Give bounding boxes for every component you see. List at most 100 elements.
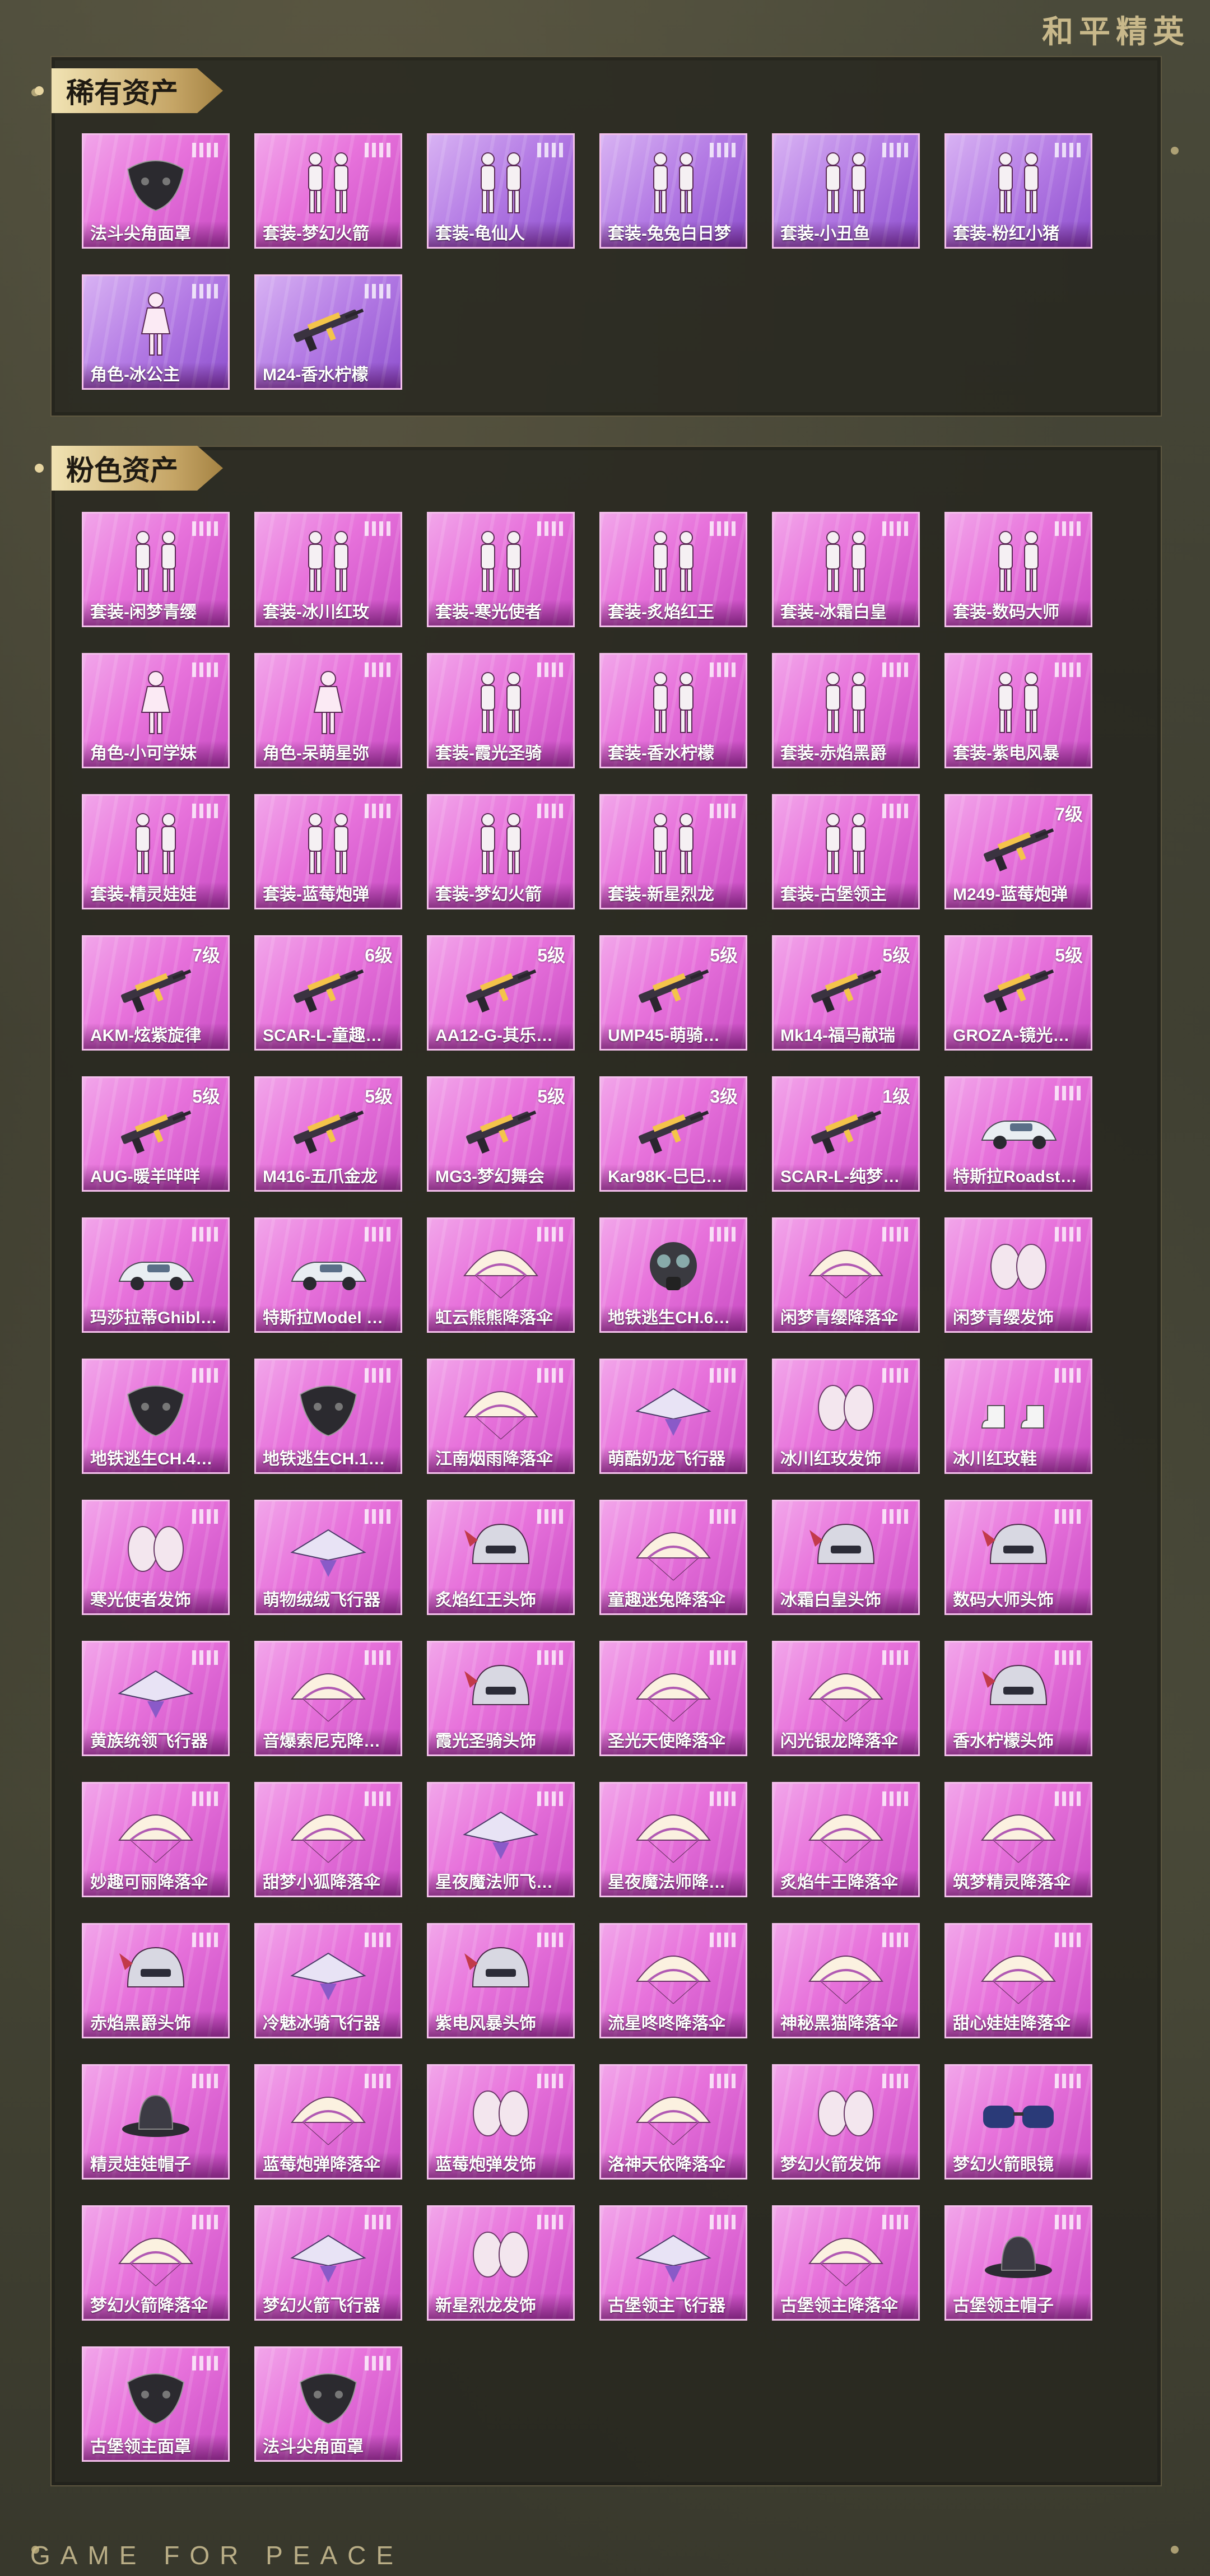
asset-card[interactable]: 角色-小可学妹 xyxy=(82,653,230,768)
asset-card[interactable]: 套装-霞光圣骑 xyxy=(427,653,575,768)
asset-card[interactable]: 5级 AA12-G-其乐… xyxy=(427,935,575,1051)
asset-card[interactable]: 古堡领主帽子 xyxy=(944,2205,1092,2321)
asset-card[interactable]: 梦幻火箭降落伞 xyxy=(82,2205,230,2321)
asset-card[interactable]: 7级 AKM-炫紫旋律 xyxy=(82,935,230,1051)
asset-card[interactable]: 5级 MG3-梦幻舞会 xyxy=(427,1076,575,1192)
asset-card[interactable]: 套装-闲梦青缨 xyxy=(82,512,230,627)
asset-card[interactable]: 星夜魔法师降… xyxy=(599,1782,747,1897)
asset-card[interactable]: 萌酷奶龙飞行器 xyxy=(599,1359,747,1474)
asset-card[interactable]: 套装-精灵娃娃 xyxy=(82,794,230,909)
asset-card[interactable]: 炙焰牛王降落伞 xyxy=(772,1782,920,1897)
asset-card[interactable]: 妙趣可丽降落伞 xyxy=(82,1782,230,1897)
asset-card[interactable]: 地铁逃生CH.1… xyxy=(254,1359,402,1474)
rifle-icon xyxy=(256,947,401,1023)
asset-card[interactable]: 萌物绒绒飞行器 xyxy=(254,1500,402,1615)
asset-card[interactable]: 古堡领主降落伞 xyxy=(772,2205,920,2321)
asset-card[interactable]: 蓝莓炮弹发饰 xyxy=(427,2064,575,2180)
asset-card[interactable]: 套装-小丑鱼 xyxy=(772,133,920,249)
asset-card[interactable]: 套装-梦幻火箭 xyxy=(427,794,575,909)
asset-card[interactable]: 法斗尖角面罩 xyxy=(82,133,230,249)
asset-label: 梦幻火箭飞行器 xyxy=(256,2293,401,2319)
asset-label: M24-香水柠檬 xyxy=(256,362,401,388)
parachute-icon xyxy=(774,2217,918,2293)
asset-card[interactable]: 梦幻火箭飞行器 xyxy=(254,2205,402,2321)
asset-card[interactable]: 冷魅冰骑飞行器 xyxy=(254,1923,402,2038)
parachute-icon xyxy=(83,1794,228,1870)
asset-card[interactable]: 5级 GROZA-镜光… xyxy=(944,935,1092,1051)
asset-card[interactable]: 赤焰黑爵头饰 xyxy=(82,1923,230,2038)
asset-card[interactable]: 7级 M249-蓝莓炮弹 xyxy=(944,794,1092,909)
asset-label: 赤焰黑爵头饰 xyxy=(83,2011,228,2037)
asset-card[interactable]: 5级 AUG-暖羊咩咩 xyxy=(82,1076,230,1192)
asset-card[interactable]: 圣光天使降落伞 xyxy=(599,1641,747,1756)
asset-card[interactable]: 闲梦青缨发饰 xyxy=(944,1217,1092,1333)
asset-card[interactable]: 特斯拉Roadst… xyxy=(944,1076,1092,1192)
asset-card[interactable]: 套装-冰霜白皇 xyxy=(772,512,920,627)
asset-card[interactable]: 霞光圣骑头饰 xyxy=(427,1641,575,1756)
asset-card[interactable]: 闲梦青缨降落伞 xyxy=(772,1217,920,1333)
asset-card[interactable]: 5级 UMP45-萌骑… xyxy=(599,935,747,1051)
asset-card[interactable]: 地铁逃生CH.6… xyxy=(599,1217,747,1333)
character-icon xyxy=(83,665,228,741)
asset-card[interactable]: 新星烈龙发饰 xyxy=(427,2205,575,2321)
asset-card[interactable]: 古堡领主面罩 xyxy=(82,2346,230,2462)
asset-card[interactable]: 闪光银龙降落伞 xyxy=(772,1641,920,1756)
hair-icon xyxy=(83,1511,228,1588)
asset-card[interactable]: 筑梦精灵降落伞 xyxy=(944,1782,1092,1897)
asset-card[interactable]: 甜梦小狐降落伞 xyxy=(254,1782,402,1897)
asset-card[interactable]: 套装-新星烈龙 xyxy=(599,794,747,909)
asset-card[interactable]: 套装-炙焰红王 xyxy=(599,512,747,627)
asset-card[interactable]: 玛莎拉蒂Ghibl… xyxy=(82,1217,230,1333)
asset-card[interactable]: 古堡领主飞行器 xyxy=(599,2205,747,2321)
asset-card[interactable]: 套装-粉红小猪 xyxy=(944,133,1092,249)
asset-card[interactable]: 数码大师头饰 xyxy=(944,1500,1092,1615)
asset-card[interactable]: 套装-古堡领主 xyxy=(772,794,920,909)
asset-card[interactable]: 5级 Mk14-福马献瑞 xyxy=(772,935,920,1051)
asset-card[interactable]: 冰川红玫鞋 xyxy=(944,1359,1092,1474)
asset-card[interactable]: 寒光使者发饰 xyxy=(82,1500,230,1615)
asset-card[interactable]: 甜心娃娃降落伞 xyxy=(944,1923,1092,2038)
asset-card[interactable]: 黄族统领飞行器 xyxy=(82,1641,230,1756)
asset-label: Mk14-福马献瑞 xyxy=(774,1023,918,1049)
asset-card[interactable]: 1级 SCAR-L-纯梦… xyxy=(772,1076,920,1192)
asset-card[interactable]: 6级 SCAR-L-童趣… xyxy=(254,935,402,1051)
asset-card[interactable]: 梦幻火箭眼镜 xyxy=(944,2064,1092,2180)
asset-card[interactable]: 法斗尖角面罩 xyxy=(254,2346,402,2462)
asset-card[interactable]: 蓝莓炮弹降落伞 xyxy=(254,2064,402,2180)
asset-card[interactable]: 套装-龟仙人 xyxy=(427,133,575,249)
asset-card[interactable]: 套装-寒光使者 xyxy=(427,512,575,627)
asset-card[interactable]: 紫电风暴头饰 xyxy=(427,1923,575,2038)
asset-card[interactable]: M24-香水柠檬 xyxy=(254,274,402,390)
asset-card[interactable]: 角色-冰公主 xyxy=(82,274,230,390)
asset-card[interactable]: 流星咚咚降落伞 xyxy=(599,1923,747,2038)
asset-card[interactable]: 套装-梦幻火箭 xyxy=(254,133,402,249)
asset-card[interactable]: 江南烟雨降落伞 xyxy=(427,1359,575,1474)
asset-card[interactable]: 套装-赤焰黑爵 xyxy=(772,653,920,768)
asset-card[interactable]: 3级 Kar98K-巳巳… xyxy=(599,1076,747,1192)
asset-card[interactable]: 神秘黑猫降落伞 xyxy=(772,1923,920,2038)
asset-card[interactable]: 特斯拉Model … xyxy=(254,1217,402,1333)
asset-label: MG3-梦幻舞会 xyxy=(429,1164,573,1190)
asset-card[interactable]: 冰霜白皇头饰 xyxy=(772,1500,920,1615)
asset-card[interactable]: 梦幻火箭发饰 xyxy=(772,2064,920,2180)
asset-label: 套装-寒光使者 xyxy=(429,600,573,626)
asset-card[interactable]: 5级 M416-五爪金龙 xyxy=(254,1076,402,1192)
asset-card[interactable]: 音爆索尼克降… xyxy=(254,1641,402,1756)
asset-card[interactable]: 套装-冰川红玫 xyxy=(254,512,402,627)
asset-card[interactable]: 炙焰红王头饰 xyxy=(427,1500,575,1615)
asset-card[interactable]: 套装-紫电风暴 xyxy=(944,653,1092,768)
asset-card[interactable]: 童趣迷兔降落伞 xyxy=(599,1500,747,1615)
asset-card[interactable]: 星夜魔法师飞… xyxy=(427,1782,575,1897)
asset-card[interactable]: 套装-兔兔白日梦 xyxy=(599,133,747,249)
asset-card[interactable]: 虹云熊熊降落伞 xyxy=(427,1217,575,1333)
asset-card[interactable]: 角色-呆萌星弥 xyxy=(254,653,402,768)
asset-card[interactable]: 套装-香水柠檬 xyxy=(599,653,747,768)
asset-card[interactable]: 地铁逃生CH.4… xyxy=(82,1359,230,1474)
asset-card[interactable]: 洛神天依降落伞 xyxy=(599,2064,747,2180)
asset-card[interactable]: 精灵娃娃帽子 xyxy=(82,2064,230,2180)
asset-card[interactable]: 香水柠檬头饰 xyxy=(944,1641,1092,1756)
outfit-icon xyxy=(256,524,401,600)
asset-card[interactable]: 套装-数码大师 xyxy=(944,512,1092,627)
asset-card[interactable]: 冰川红玫发饰 xyxy=(772,1359,920,1474)
asset-card[interactable]: 套装-蓝莓炮弹 xyxy=(254,794,402,909)
